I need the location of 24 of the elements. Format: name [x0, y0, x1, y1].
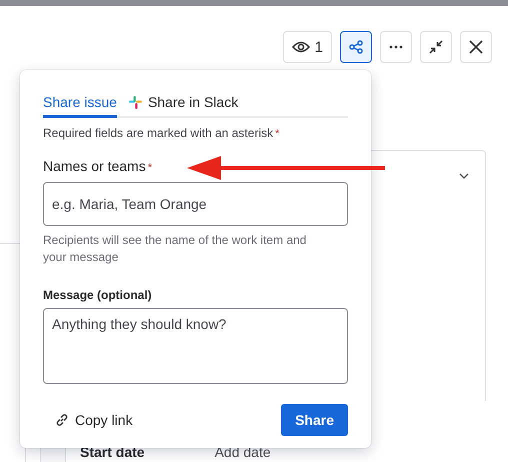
eye-icon [292, 41, 310, 53]
close-button[interactable] [460, 31, 492, 63]
field-label: Names or teams* [43, 158, 152, 174]
help-text: Recipients will see the name of the work item and your message [43, 232, 308, 266]
collapse-icon [429, 40, 443, 54]
more-icon [389, 45, 403, 49]
chevron-icon [459, 173, 469, 179]
close-icon [469, 40, 483, 54]
slack-icon [128, 96, 142, 108]
field-label: Message (optional) [43, 288, 153, 302]
message-input[interactable]: Anything they should know? [43, 308, 348, 384]
required-note: Required fields are marked with an asterisk * [43, 126, 280, 140]
names-input[interactable]: e.g. Maria, Team Orange [43, 182, 348, 226]
share-button[interactable] [340, 31, 372, 63]
copy-link-button[interactable]: Copy link [55, 412, 133, 428]
tab[interactable]: Share issue [43, 92, 117, 118]
collapse-button[interactable] [420, 31, 452, 63]
watch-button[interactable]: 1 [282, 31, 332, 63]
share-icon [349, 40, 363, 54]
field-label: Start date [80, 444, 145, 460]
tab[interactable]: Share in Slack [128, 92, 238, 118]
field-value[interactable]: Add date [214, 444, 271, 460]
share-submit-button[interactable]: Share [281, 404, 348, 436]
link-icon [55, 413, 69, 427]
